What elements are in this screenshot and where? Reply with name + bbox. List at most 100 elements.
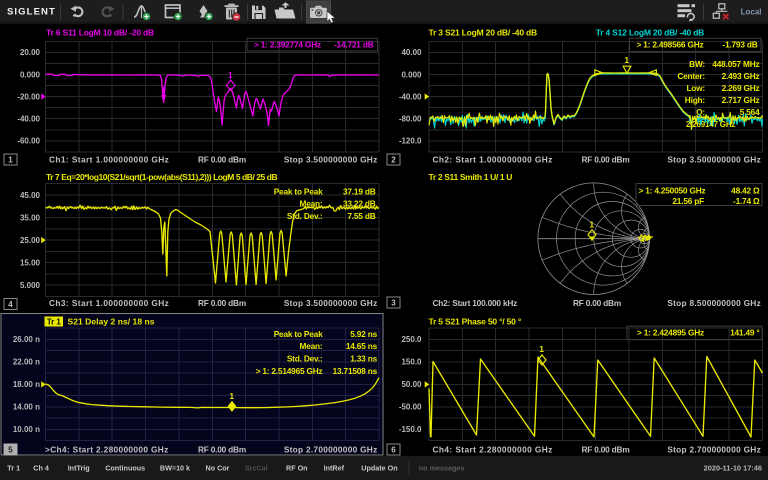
svg-text:18.00 n: 18.00 n [13, 380, 40, 389]
svg-text:40.00: 40.00 [401, 48, 422, 57]
svg-text:S21 Delay 2 ns/ 18 ns: S21 Delay 2 ns/ 18 ns [68, 316, 155, 326]
svg-text:> 1: 4.250050 GHz: > 1: 4.250050 GHz [639, 186, 706, 196]
svg-text:Local: Local [741, 7, 762, 16]
svg-text:14.00 n: 14.00 n [13, 403, 40, 412]
svg-text:Tr 1: Tr 1 [7, 463, 20, 472]
svg-text:Ch 4: Ch 4 [33, 463, 49, 472]
svg-text:26.00 n: 26.00 n [13, 335, 40, 344]
svg-text:Low:: Low: [686, 83, 705, 93]
svg-text:2.493 GHz: 2.493 GHz [722, 71, 760, 81]
svg-text:2020-11-10 17:46: 2020-11-10 17:46 [704, 463, 762, 472]
svg-text:Ch3: Start 1.000000000 GHz: Ch3: Start 1.000000000 GHz [49, 298, 169, 308]
svg-text:4: 4 [8, 300, 13, 309]
svg-text:2.717 GHz: 2.717 GHz [722, 95, 760, 105]
svg-text:448.057 MHz: 448.057 MHz [712, 59, 759, 69]
svg-text:1: 1 [228, 70, 233, 80]
svg-text:BW=10 k: BW=10 k [160, 463, 190, 472]
svg-text:-50.00: -50.00 [399, 403, 422, 412]
svg-text:Ch2: Start 1.000000000 GHz: Ch2: Start 1.000000000 GHz [433, 154, 553, 164]
svg-text:RF 0.00 dBm: RF 0.00 dBm [573, 298, 621, 308]
svg-text:1: 1 [229, 391, 234, 401]
svg-text:7.55 dB: 7.55 dB [347, 211, 375, 221]
svg-text:-80.00: -80.00 [399, 115, 422, 124]
svg-text:2: 2 [391, 156, 396, 165]
svg-text:Ch2: Start 100.000 kHz: Ch2: Start 100.000 kHz [433, 298, 518, 308]
svg-text:50.00: 50.00 [401, 380, 422, 389]
svg-text:0.000: 0.000 [401, 70, 422, 79]
svg-text:Ch4: Start 2.280000000 GHz: Ch4: Start 2.280000000 GHz [433, 444, 553, 454]
svg-text:20.00: 20.00 [20, 48, 41, 57]
svg-text:22.00 n: 22.00 n [13, 358, 40, 367]
svg-text:2.269 GHz: 2.269 GHz [722, 83, 760, 93]
svg-text:37.19 dB: 37.19 dB [343, 186, 376, 196]
svg-text:> 1: 2.424895 GHz: > 1: 2.424895 GHz [637, 328, 704, 338]
svg-text:45.00: 45.00 [20, 191, 41, 200]
svg-text:Std. Dev.:: Std. Dev.: [287, 211, 323, 221]
svg-text:-40.00: -40.00 [399, 92, 422, 101]
svg-text:1: 1 [8, 156, 13, 165]
svg-text:Stop 3.500000000 GHz: Stop 3.500000000 GHz [284, 154, 378, 164]
svg-text:21.56 pF: 21.56 pF [672, 196, 704, 206]
svg-text:48.42 Ω: 48.42 Ω [731, 186, 760, 196]
svg-text:> 1: 2.514965 GHz: > 1: 2.514965 GHz [256, 366, 323, 376]
svg-text:-120.0: -120.0 [399, 137, 422, 146]
svg-text:35.00: 35.00 [20, 213, 41, 222]
svg-text:Std. Dev.:: Std. Dev.: [287, 354, 323, 364]
svg-text:Continuous: Continuous [105, 463, 145, 472]
svg-text:Mean:: Mean: [300, 341, 323, 351]
svg-text:RF 0.00 dBm: RF 0.00 dBm [198, 444, 246, 454]
svg-text:RF 0.00 dBm: RF 0.00 dBm [198, 154, 246, 164]
svg-text:13.71508 ns: 13.71508 ns [333, 366, 378, 376]
svg-text:Tr 1: Tr 1 [47, 316, 62, 326]
svg-text:5.000: 5.000 [20, 281, 41, 290]
svg-text:IntRef: IntRef [324, 463, 345, 472]
svg-text:RF On: RF On [286, 463, 308, 472]
svg-text:Update On: Update On [361, 463, 397, 472]
svg-text:> 1: 2.498566 GHz: > 1: 2.498566 GHz [637, 40, 704, 50]
svg-text:Tr 4 S12 LogM 20 dB/ -40 dB: Tr 4 S12 LogM 20 dB/ -40 dB [596, 28, 704, 38]
svg-text:Tr 2 S11 Smith 1 U/ 1 U: Tr 2 S11 Smith 1 U/ 1 U [429, 172, 513, 182]
svg-text:Stop 2.700000000 GHz: Stop 2.700000000 GHz [667, 444, 761, 454]
svg-text:SIGLENT: SIGLENT [7, 7, 56, 18]
svg-text:5.92 ns: 5.92 ns [350, 329, 377, 339]
svg-text:25.00: 25.00 [20, 236, 41, 245]
svg-text:RF 0.00 dBm: RF 0.00 dBm [581, 154, 629, 164]
svg-text:-60.00: -60.00 [17, 137, 40, 146]
svg-text:> 1: 2.392774 GHz: > 1: 2.392774 GHz [254, 40, 321, 50]
svg-text:5: 5 [8, 446, 13, 455]
svg-text:10.00 n: 10.00 n [13, 425, 40, 434]
svg-text:250.0: 250.0 [401, 335, 422, 344]
svg-text:-14.721 dB: -14.721 dB [334, 40, 374, 50]
svg-text:-150.0: -150.0 [399, 425, 422, 434]
svg-text:Center:: Center: [677, 71, 705, 81]
svg-text:No Cor: No Cor [206, 463, 230, 472]
svg-text:Peak to Peak: Peak to Peak [274, 186, 323, 196]
svg-text:Ch1: Start 1.000000000 GHz: Ch1: Start 1.000000000 GHz [49, 154, 169, 164]
svg-text:RF 0.00 dBm: RF 0.00 dBm [198, 298, 246, 308]
svg-text:>Ch4: Start 2.280000000 GHz: >Ch4: Start 2.280000000 GHz [45, 444, 169, 454]
svg-text:6: 6 [391, 446, 396, 455]
svg-text:1: 1 [589, 220, 594, 230]
svg-text:BW:: BW: [689, 59, 705, 69]
svg-text:14.65 ns: 14.65 ns [346, 341, 378, 351]
svg-text:-1.74 Ω: -1.74 Ω [733, 196, 760, 206]
svg-text:Tr 3 S21 LogM 20 dB/ -40 dB: Tr 3 S21 LogM 20 dB/ -40 dB [429, 28, 537, 38]
svg-text:no messages: no messages [419, 463, 465, 472]
svg-text:Tr 5 S21 Phase 50 °/ 50 °: Tr 5 S21 Phase 50 °/ 50 ° [429, 316, 522, 326]
svg-text:SrcCal: SrcCal [245, 463, 268, 472]
svg-text:-40.00: -40.00 [17, 115, 40, 124]
svg-text:RF 0.00 dBm: RF 0.00 dBm [581, 444, 629, 454]
svg-text:Stop 2.700000000 GHz: Stop 2.700000000 GHz [284, 444, 378, 454]
svg-text:Tr 6 S11 LogM 10 dB/ -20 dB: Tr 6 S11 LogM 10 dB/ -20 dB [46, 28, 154, 38]
svg-text:3: 3 [391, 299, 396, 308]
svg-text:1.33 ns: 1.33 ns [350, 354, 377, 364]
svg-text:-1.793 dB: -1.793 dB [722, 40, 757, 50]
svg-text:High:: High: [685, 95, 705, 105]
svg-text:-20.00: -20.00 [17, 92, 40, 101]
svg-text:150.0: 150.0 [401, 358, 422, 367]
svg-text:141.49 °: 141.49 ° [730, 328, 759, 338]
svg-text:0.000: 0.000 [20, 70, 41, 79]
svg-text:IntTrig: IntTrig [68, 463, 90, 472]
svg-text:Peak to Peak: Peak to Peak [274, 329, 323, 339]
svg-text:Stop 3.500000000 GHz: Stop 3.500000000 GHz [667, 154, 761, 164]
